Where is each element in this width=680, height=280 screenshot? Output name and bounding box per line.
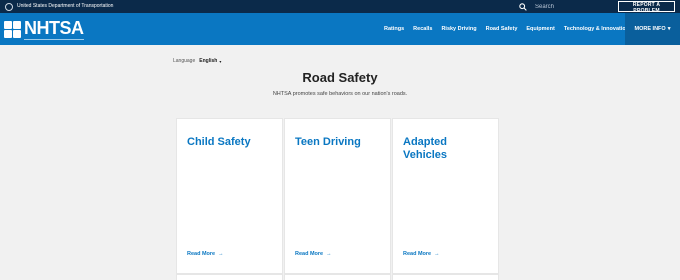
nav-links: Ratings Recalls Risky Driving Road Safet…: [384, 13, 638, 45]
nhtsa-logo[interactable]: NHTSA: [4, 17, 84, 41]
top-utility-bar: United States Department of Transportati…: [0, 0, 680, 14]
card-row2-2: [284, 274, 391, 280]
language-label: Language: [173, 58, 196, 64]
nav-link-technology-innovation[interactable]: Technology & Innovation: [564, 26, 629, 32]
search-icon[interactable]: [519, 2, 527, 11]
language-selector[interactable]: Language English ▾: [173, 58, 221, 64]
search-input[interactable]: [535, 1, 611, 12]
more-info-button[interactable]: MORE INFO ▾: [625, 13, 680, 45]
card-title[interactable]: Teen Driving: [295, 136, 385, 149]
card-adapted-vehicles[interactable]: Adapted Vehicles Read More →: [392, 118, 499, 274]
page-description: NHTSA promotes safe behaviors on our nat…: [272, 91, 408, 97]
arrow-right-icon: →: [218, 251, 224, 257]
nav-link-risky-driving[interactable]: Risky Driving: [441, 26, 476, 32]
main-navigation: NHTSA Ratings Recalls Risky Driving Road…: [0, 13, 680, 45]
search-area: [519, 0, 611, 13]
read-more-link[interactable]: Read More →: [403, 251, 440, 257]
nav-link-equipment[interactable]: Equipment: [526, 26, 554, 32]
chevron-down-icon: ▾: [667, 26, 671, 32]
nav-link-ratings[interactable]: Ratings: [384, 26, 404, 32]
card-row2-3: [392, 274, 499, 280]
card-teen-driving[interactable]: Teen Driving Read More →: [284, 118, 391, 274]
usdot-label: United States Department of Transportati…: [17, 3, 114, 9]
nav-link-road-safety[interactable]: Road Safety: [486, 26, 518, 32]
arrow-right-icon: →: [434, 251, 440, 257]
report-a-problem-button[interactable]: REPORT A PROBLEM: [618, 1, 675, 14]
card-row2-1: [176, 274, 283, 280]
language-value: English: [199, 58, 218, 64]
card-title[interactable]: Adapted Vehicles: [403, 136, 493, 162]
read-more-link[interactable]: Read More →: [187, 251, 224, 257]
usdot-link[interactable]: United States Department of Transportati…: [5, 0, 113, 13]
logo-underline: [24, 38, 84, 40]
more-info-label: MORE INFO: [634, 26, 666, 32]
read-more-link[interactable]: Read More →: [295, 251, 332, 257]
dot-seal-icon: [5, 2, 13, 11]
card-child-safety[interactable]: Child Safety Read More →: [176, 118, 283, 274]
page-title: Road Safety: [302, 70, 378, 85]
arrow-right-icon: →: [326, 251, 332, 257]
chevron-down-icon: ▾: [219, 58, 222, 64]
card-title[interactable]: Child Safety: [187, 136, 277, 149]
nav-link-recalls[interactable]: Recalls: [413, 26, 432, 32]
logo-text: NHTSA: [24, 17, 84, 38]
nhtsa-logo-icon: [4, 20, 21, 38]
